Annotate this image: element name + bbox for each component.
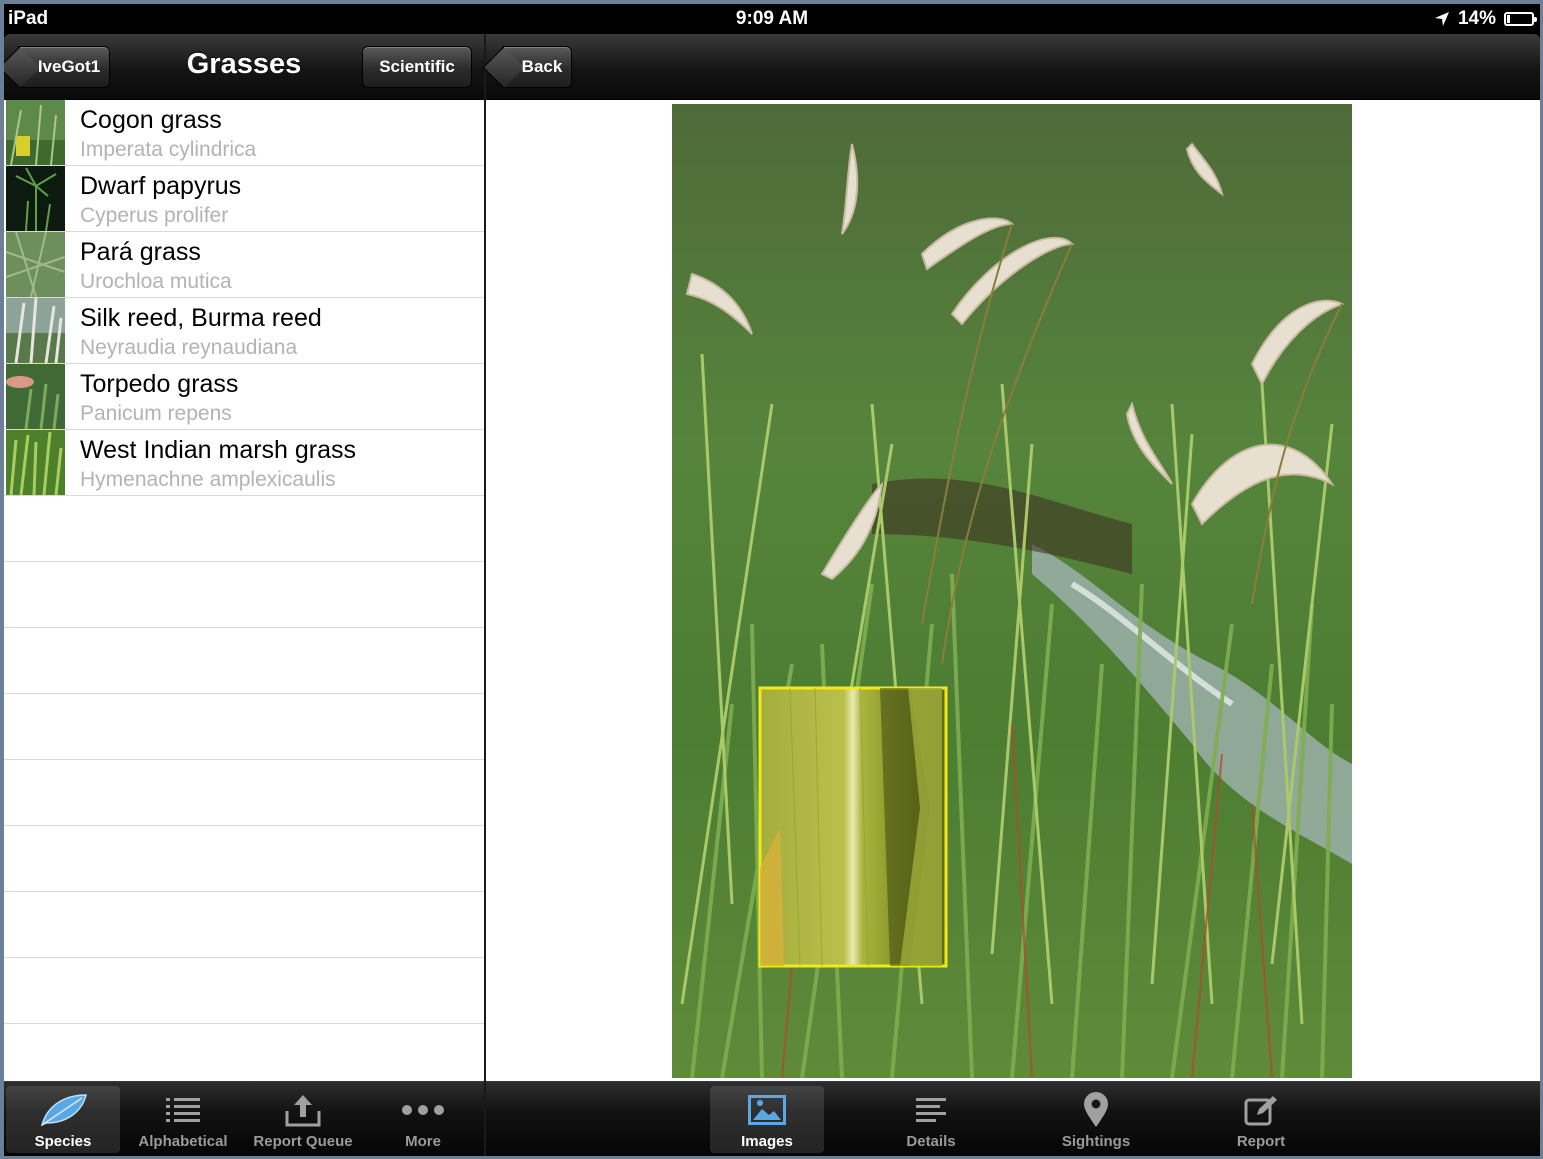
scientific-name: Neyraudia reynaudiana (80, 336, 298, 359)
species-thumbnail (6, 364, 65, 429)
more-icon (402, 1105, 444, 1115)
status-bar: iPad 9:09 AM 14% (4, 4, 1540, 34)
species-thumbnail (6, 430, 65, 495)
battery-percent: 14% (1457, 8, 1496, 29)
location-arrow-icon (1434, 12, 1449, 26)
scientific-name: Cyperus prolifer (80, 204, 229, 227)
species-thumbnail (6, 100, 65, 165)
leaf-icon (40, 1094, 87, 1127)
common-name: Dwarf papyrus (80, 172, 242, 200)
common-name: West Indian marsh grass (80, 436, 357, 464)
empty-row (4, 958, 484, 1024)
empty-row (4, 562, 484, 628)
empty-row (4, 694, 484, 760)
image-viewer (486, 100, 1540, 1081)
tab-label: More (405, 1133, 441, 1150)
empty-row (4, 892, 484, 958)
list-item[interactable]: Torpedo grass Panicum repens (4, 364, 484, 430)
battery-fill (1507, 15, 1510, 23)
species-photo[interactable] (672, 104, 1352, 1078)
species-list: Cogon grass Imperata cylindrica Dwarf pa… (4, 100, 484, 1081)
list-icon (166, 1098, 200, 1122)
upload-icon (285, 1095, 321, 1127)
tab-label: Images (741, 1133, 793, 1150)
list-item[interactable]: West Indian marsh grass Hymenachne ample… (4, 430, 484, 496)
pin-icon (1084, 1092, 1108, 1127)
ivegot1-back-button[interactable]: IveGot1 (18, 46, 110, 88)
detail-nav-bar: Back (486, 34, 1540, 100)
species-nav-bar: IveGot1 Grasses Scientific (4, 34, 484, 100)
species-thumbnail (6, 166, 65, 231)
scientific-name: Urochloa mutica (80, 270, 232, 293)
tab-label: Species (34, 1133, 92, 1150)
details-icon (916, 1098, 946, 1122)
ipad-screen: iPad 9:09 AM 14% IveGot1 Grasses Scienti… (4, 4, 1540, 1156)
tab-sightings[interactable]: Sightings (1039, 1086, 1153, 1153)
scientific-name: Panicum repens (80, 402, 232, 425)
tab-label: Alphabetical (138, 1133, 228, 1150)
empty-row (4, 826, 484, 892)
left-tab-bar: Species Alphabetical Report Queue More (4, 1081, 484, 1156)
scientific-name: Imperata cylindrica (80, 138, 257, 161)
list-item[interactable]: Cogon grass Imperata cylindrica (4, 100, 484, 166)
battery-icon (1504, 12, 1537, 26)
list-item[interactable]: Dwarf papyrus Cyperus prolifer (4, 166, 484, 232)
empty-row (4, 760, 484, 826)
species-thumbnail (6, 232, 65, 297)
tab-images[interactable]: Images (710, 1086, 824, 1153)
scientific-name: Hymenachne amplexicaulis (80, 468, 336, 491)
common-name: Pará grass (80, 238, 201, 266)
clock: 9:09 AM (735, 8, 809, 29)
common-name: Silk reed, Burma reed (80, 304, 322, 332)
scientific-toggle-button[interactable]: Scientific (362, 46, 472, 88)
tab-report-queue[interactable]: Report Queue (246, 1086, 360, 1153)
tab-label: Details (906, 1133, 956, 1150)
species-thumbnail (6, 298, 65, 363)
list-item[interactable]: Silk reed, Burma reed Neyraudia reynaudi… (4, 298, 484, 364)
status-right: 14% (1434, 8, 1537, 30)
compose-icon (1244, 1096, 1277, 1126)
common-name: Torpedo grass (80, 370, 239, 398)
tab-label: Report (1236, 1133, 1286, 1150)
tab-report[interactable]: Report (1204, 1086, 1318, 1153)
tab-details[interactable]: Details (874, 1086, 988, 1153)
page-title: Grasses (186, 48, 302, 80)
tab-label: Report Queue (253, 1133, 353, 1150)
tab-species[interactable]: Species (6, 1086, 120, 1153)
tab-more[interactable]: More (366, 1086, 480, 1153)
common-name: Cogon grass (80, 106, 222, 134)
empty-row (4, 496, 484, 562)
tab-alphabetical[interactable]: Alphabetical (126, 1086, 240, 1153)
back-button[interactable]: Back (502, 46, 572, 88)
image-icon (748, 1095, 786, 1125)
tab-label: Sightings (1061, 1133, 1131, 1150)
list-item[interactable]: Pará grass Urochloa mutica (4, 232, 484, 298)
right-tab-bar: Images Details Sightings Report (486, 1081, 1540, 1156)
empty-row (4, 628, 484, 694)
